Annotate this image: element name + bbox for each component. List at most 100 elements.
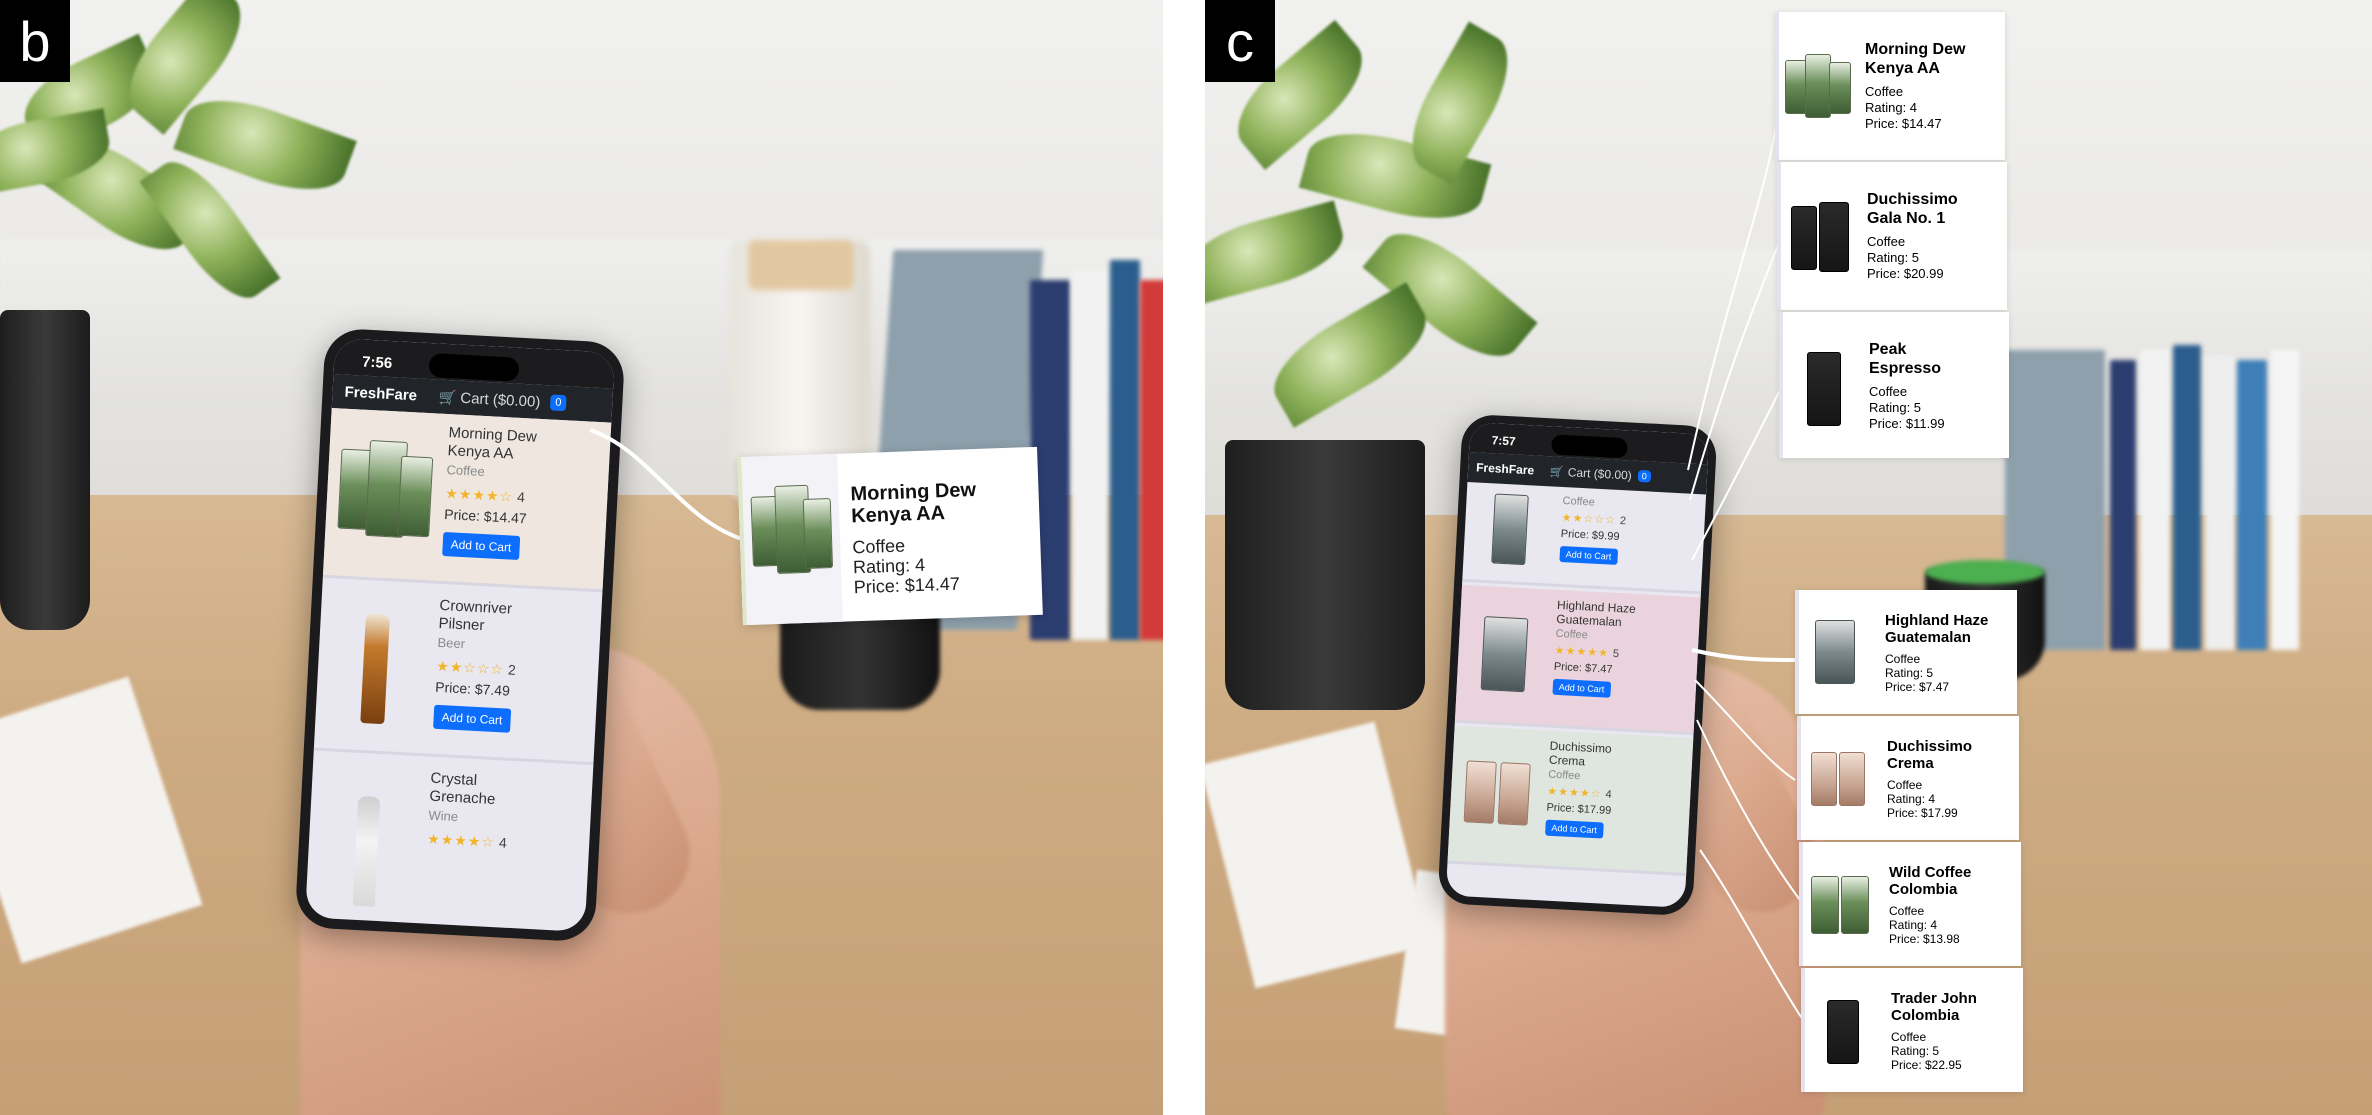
- product-card: Duchissimo Crema Coffee ★★★★☆ 4 Price: $1…: [1447, 725, 1694, 876]
- brand-logo[interactable]: FreshFare: [344, 383, 417, 404]
- ar-card-info: Peak Espresso Coffee Rating: 5 Price: $11…: [1865, 312, 1949, 458]
- book: [1140, 280, 1163, 640]
- ar-card-name-line: Kenya AA: [1865, 60, 1940, 77]
- product-info: Duchissimo Crema Coffee ★★★★☆ 4 Price: $1…: [1537, 730, 1693, 873]
- coffee-bag-image: [1805, 54, 1831, 118]
- ar-product-card[interactable]: Peak Espresso Coffee Rating: 5 Price: $11…: [1779, 312, 2009, 458]
- book: [2237, 360, 2267, 650]
- star-icons: ★★★★☆: [426, 830, 496, 851]
- cart-badge: 0: [549, 394, 567, 412]
- ar-card-name: Wild Coffee Colombia: [1889, 864, 1971, 898]
- ar-card-image: [1781, 162, 1863, 310]
- ar-card-image: [1799, 590, 1881, 714]
- product-info: Crystal Grenache Wine ★★★★☆ 4: [415, 759, 593, 932]
- add-to-cart-button[interactable]: Add to Cart: [1552, 678, 1611, 698]
- coffee-bag-image: [1491, 493, 1529, 566]
- coffee-bag-image: [1791, 206, 1817, 270]
- ar-card-rating: Rating: 4: [1889, 918, 1938, 932]
- wine-bottle-image: [352, 795, 381, 907]
- rating-number: 4: [1605, 788, 1612, 801]
- product-price: Price: $7.47: [1553, 660, 1613, 676]
- panel-label: c: [1205, 0, 1275, 82]
- ar-product-card[interactable]: Duchissimo Gala No. 1 Coffee Rating: 5 Pr…: [1777, 162, 2007, 310]
- panel-b: 7:56 FreshFare 🛒 Cart ($0.00) 0 Morning …: [0, 0, 1163, 1115]
- ar-card-name-line: Wild Coffee: [1889, 864, 1972, 881]
- product-info: Morning Dew Kenya AA Coffee ★★★★☆ 4 Price…: [433, 414, 612, 590]
- cart-icon[interactable]: 🛒: [439, 388, 457, 406]
- coffee-bag-image: [1463, 760, 1497, 824]
- ar-card-name: Kenya AA: [850, 502, 946, 528]
- smartphone: 7:57 FreshFare 🛒 Cart ($0.00) 0 Coffee ★…: [1437, 413, 1718, 917]
- ar-card-name-line: Colombia: [1891, 1007, 1960, 1024]
- coffee-bag-image: [1811, 752, 1837, 806]
- product-image[interactable]: [323, 408, 442, 581]
- ar-card-price: Price: $20.99: [1867, 266, 1944, 281]
- product-price: Price: $14.47: [443, 506, 528, 527]
- add-to-cart-button[interactable]: Add to Cart: [442, 531, 520, 560]
- ar-product-card[interactable]: Highland Haze Guatemalan Coffee Rating: 5…: [1795, 590, 2017, 714]
- ar-card-image: [1801, 716, 1883, 840]
- ar-card-category: Coffee: [1891, 1030, 1927, 1044]
- coffee-bag-image: [1480, 616, 1529, 693]
- brand-logo[interactable]: FreshFare: [1476, 460, 1535, 477]
- cart-icon[interactable]: 🛒: [1550, 465, 1564, 479]
- jar-lid: [748, 240, 854, 290]
- cart-link[interactable]: Cart ($0.00): [1567, 465, 1632, 482]
- add-to-cart-button[interactable]: Add to Cart: [1545, 819, 1604, 839]
- coffee-bag-image: [1841, 876, 1869, 934]
- ar-card-info: Wild Coffee Colombia Coffee Rating: 4 Pri…: [1885, 842, 1975, 966]
- book: [2173, 345, 2201, 650]
- ar-product-card[interactable]: Morning Dew Kenya AA Coffee Rating: 4 Pr…: [737, 446, 1043, 626]
- book: [2110, 360, 2136, 650]
- ar-card-image: [1779, 12, 1861, 160]
- book: [1072, 270, 1108, 640]
- ar-card-name: Morning Dew: [850, 478, 977, 506]
- coffee-bag-image: [1827, 1000, 1859, 1064]
- ar-card-price: Price: $17.99: [1887, 806, 1958, 820]
- ar-card-price: Price: $7.47: [1885, 680, 1950, 694]
- ar-card-info: Trader John Colombia Coffee Rating: 5 Pri…: [1887, 968, 1981, 1092]
- ar-card-name-line: Crema: [1887, 755, 1934, 772]
- book: [1110, 260, 1140, 640]
- coffee-bag-image: [1785, 60, 1807, 114]
- product-image[interactable]: [1448, 726, 1545, 866]
- coffee-bag-image: [1497, 762, 1531, 826]
- product-card: Coffee ★★☆☆☆ 2 Price: $9.99 Add to Cart: [1462, 481, 1707, 595]
- cart-link[interactable]: Cart ($0.00): [460, 389, 541, 410]
- add-to-cart-button[interactable]: Add to Cart: [433, 704, 511, 733]
- book: [2205, 355, 2235, 650]
- ar-product-card[interactable]: Duchissimo Crema Coffee Rating: 4 Price: …: [1797, 716, 2019, 840]
- coffee-bag-image: [1829, 62, 1851, 114]
- product-info: Highland Haze Guatemalan Coffee ★★★★★ 5 P…: [1545, 590, 1701, 733]
- ar-card-category: Coffee: [1867, 234, 1906, 249]
- coffee-bag-image: [802, 498, 834, 569]
- ar-card-category: Coffee: [1887, 778, 1923, 792]
- ar-product-card[interactable]: Morning Dew Kenya AA Coffee Rating: 4 Pri…: [1775, 12, 2005, 160]
- ar-product-card[interactable]: Wild Coffee Colombia Coffee Rating: 4 Pri…: [1799, 842, 2021, 966]
- dynamic-island: [428, 353, 520, 382]
- ar-card-info: Morning Dew Kenya AA Coffee Rating: 4 Pr…: [837, 449, 992, 622]
- dynamic-island: [1550, 434, 1628, 459]
- product-info: Crownriver Pilsner Beer ★★☆☆☆ 2 Price: $7…: [424, 586, 603, 762]
- ar-card-name: Duchissimo Crema: [1887, 738, 1972, 772]
- product-image[interactable]: [1455, 585, 1552, 725]
- coffee-bag-image: [1839, 752, 1865, 806]
- ar-card-name-line: Duchissimo: [1867, 191, 1958, 208]
- plant-pot: [1225, 440, 1425, 710]
- ar-card-rating: Rating: 4: [1887, 792, 1936, 806]
- ar-card-category: Coffee: [1869, 384, 1908, 399]
- ar-card-name: Duchissimo Gala No. 1: [1867, 190, 1958, 228]
- add-to-cart-button[interactable]: Add to Cart: [1559, 545, 1618, 565]
- ar-card-price: Price: $13.98: [1889, 932, 1960, 946]
- product-image[interactable]: [1462, 482, 1557, 584]
- cart-badge: 0: [1637, 469, 1652, 483]
- product-image[interactable]: [314, 581, 433, 754]
- ar-card-name: Highland Haze Guatemalan: [1885, 612, 1988, 646]
- ar-product-card[interactable]: Trader John Colombia Coffee Rating: 5 Pri…: [1801, 968, 2023, 1092]
- product-image[interactable]: [305, 754, 423, 924]
- ar-card-rating: Rating: 5: [1891, 1044, 1940, 1058]
- book: [2271, 350, 2299, 650]
- ar-card-info: Highland Haze Guatemalan Coffee Rating: 5…: [1881, 590, 1992, 714]
- ar-card-category: Coffee: [1889, 904, 1925, 918]
- ar-card-rating: Rating: 5: [1885, 666, 1934, 680]
